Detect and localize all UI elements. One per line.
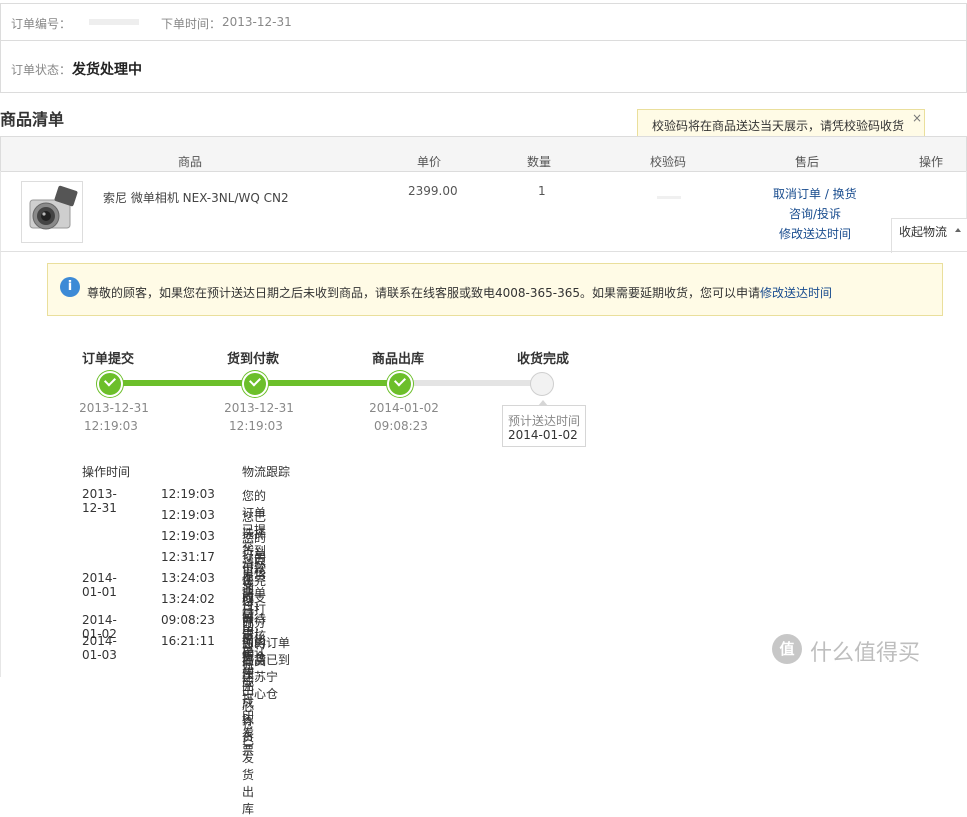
column-header-action: 操作 xyxy=(919,155,944,169)
log-date: 2014-01-03 xyxy=(82,634,117,662)
tooltip-close-icon[interactable]: × xyxy=(912,111,922,125)
product-qty: 1 xyxy=(538,184,546,198)
order-time-label: 下单时间： xyxy=(161,17,222,31)
log-date: 2014-01-01 xyxy=(82,571,117,599)
column-header-product: 商品 xyxy=(178,155,203,169)
log-time: 12:19:03 xyxy=(161,529,215,543)
verification-code-tooltip: 校验码将在商品送达当天展示，请凭校验码收货 × xyxy=(637,109,925,143)
watermark-text: 什么值得买 xyxy=(810,641,921,666)
notice-modify-time-link[interactable]: 修改送达时间 xyxy=(760,286,832,300)
step-time: 12:19:03 xyxy=(229,419,283,433)
table-header-row xyxy=(0,136,967,172)
logistics-header-time: 操作时间 xyxy=(82,465,131,479)
logistics-header-track: 物流跟踪 xyxy=(242,465,291,479)
estimate-arrow xyxy=(538,400,548,406)
cancel-exchange-link[interactable]: 取消订单 / 换货 xyxy=(773,185,857,202)
step-title-received: 收货完成 xyxy=(517,352,570,367)
product-name[interactable]: 索尼 微单相机 NEX-3NL/WQ CN2 xyxy=(103,189,289,206)
column-header-after-sale: 售后 xyxy=(795,155,820,169)
order-number-label: 订单编号： xyxy=(11,17,72,31)
check-mark xyxy=(248,374,262,387)
notice-text: 尊敬的顾客，如果您在预计送达日期之后未收到商品，请联系在线客服或致电4008-3… xyxy=(87,286,761,300)
watermark: 值 什么值得买 xyxy=(772,632,962,668)
step-title-outbound: 商品出库 xyxy=(372,352,425,367)
order-status-value: 发货处理中 xyxy=(72,62,142,78)
step-done-check-icon xyxy=(97,371,123,397)
section-title: 商品清单 xyxy=(0,110,65,129)
estimate-date: 2014-01-02 xyxy=(508,428,578,442)
column-header-price: 单价 xyxy=(417,155,442,169)
step-time: 12:19:03 xyxy=(84,419,138,433)
verification-code-blank xyxy=(657,196,681,199)
collapse-logistics-button[interactable]: 收起物流 xyxy=(891,218,967,253)
product-price: 2399.00 xyxy=(408,184,458,198)
order-number-masked xyxy=(89,19,139,25)
step-time: 09:08:23 xyxy=(374,419,428,433)
step-date: 2014-01-02 xyxy=(369,401,439,415)
estimated-delivery-box: 预计送达时间 2014-01-02 xyxy=(502,400,586,447)
tooltip-text: 校验码将在商品送达当天展示，请凭校验码收货 xyxy=(652,119,905,133)
log-time: 12:19:03 xyxy=(161,508,215,522)
collapse-logistics-label: 收起物流 xyxy=(899,225,948,239)
log-time: 13:24:02 xyxy=(161,592,215,606)
step-title-cod: 货到付款 xyxy=(227,352,280,367)
notice-text-line: 尊敬的顾客，如果您在预计送达日期之后未收到商品，请联系在线客服或致电4008-3… xyxy=(87,284,832,301)
step-title-submit: 订单提交 xyxy=(82,352,135,367)
modify-delivery-time-link[interactable]: 修改送达时间 xyxy=(779,225,851,242)
product-thumbnail[interactable] xyxy=(21,181,83,243)
order-header-bar: 订单编号： 下单时间： 2013-12-31 xyxy=(0,3,967,41)
chevron-up-icon xyxy=(955,228,961,232)
log-text: 您的订单商品已到达苏宁 中心仓 xyxy=(242,636,315,701)
step-pending-icon xyxy=(530,372,554,396)
check-mark xyxy=(103,374,117,387)
camera-icon xyxy=(29,185,78,230)
step-date: 2013-12-31 xyxy=(79,401,149,415)
info-icon: i xyxy=(60,277,80,297)
watermark-logo-icon: 值 xyxy=(772,634,802,664)
log-time: 16:21:11 xyxy=(161,634,215,648)
step-done-check-icon xyxy=(242,371,268,397)
estimate-label: 预计送达时间 xyxy=(508,414,581,428)
step-date: 2013-12-31 xyxy=(224,401,294,415)
log-date: 2013-12-31 xyxy=(82,487,117,515)
order-status-bar: 订单状态： 发货处理中 xyxy=(0,40,967,93)
log-time: 09:08:23 xyxy=(161,613,215,627)
log-time: 12:19:03 xyxy=(161,487,215,501)
column-header-qty: 数量 xyxy=(527,155,552,169)
order-time-value: 2013-12-31 xyxy=(222,15,292,29)
log-time: 12:31:17 xyxy=(161,550,215,564)
log-time: 13:24:03 xyxy=(161,571,215,585)
check-mark xyxy=(393,374,407,387)
step-done-check-icon xyxy=(387,371,413,397)
delivery-notice: i 尊敬的顾客，如果您在预计送达日期之后未收到商品，请联系在线客服或致电4008… xyxy=(47,263,943,316)
consult-complaint-link[interactable]: 咨询/投诉 xyxy=(789,205,841,222)
order-status-label: 订单状态： xyxy=(11,63,72,77)
column-header-code: 校验码 xyxy=(650,155,687,169)
